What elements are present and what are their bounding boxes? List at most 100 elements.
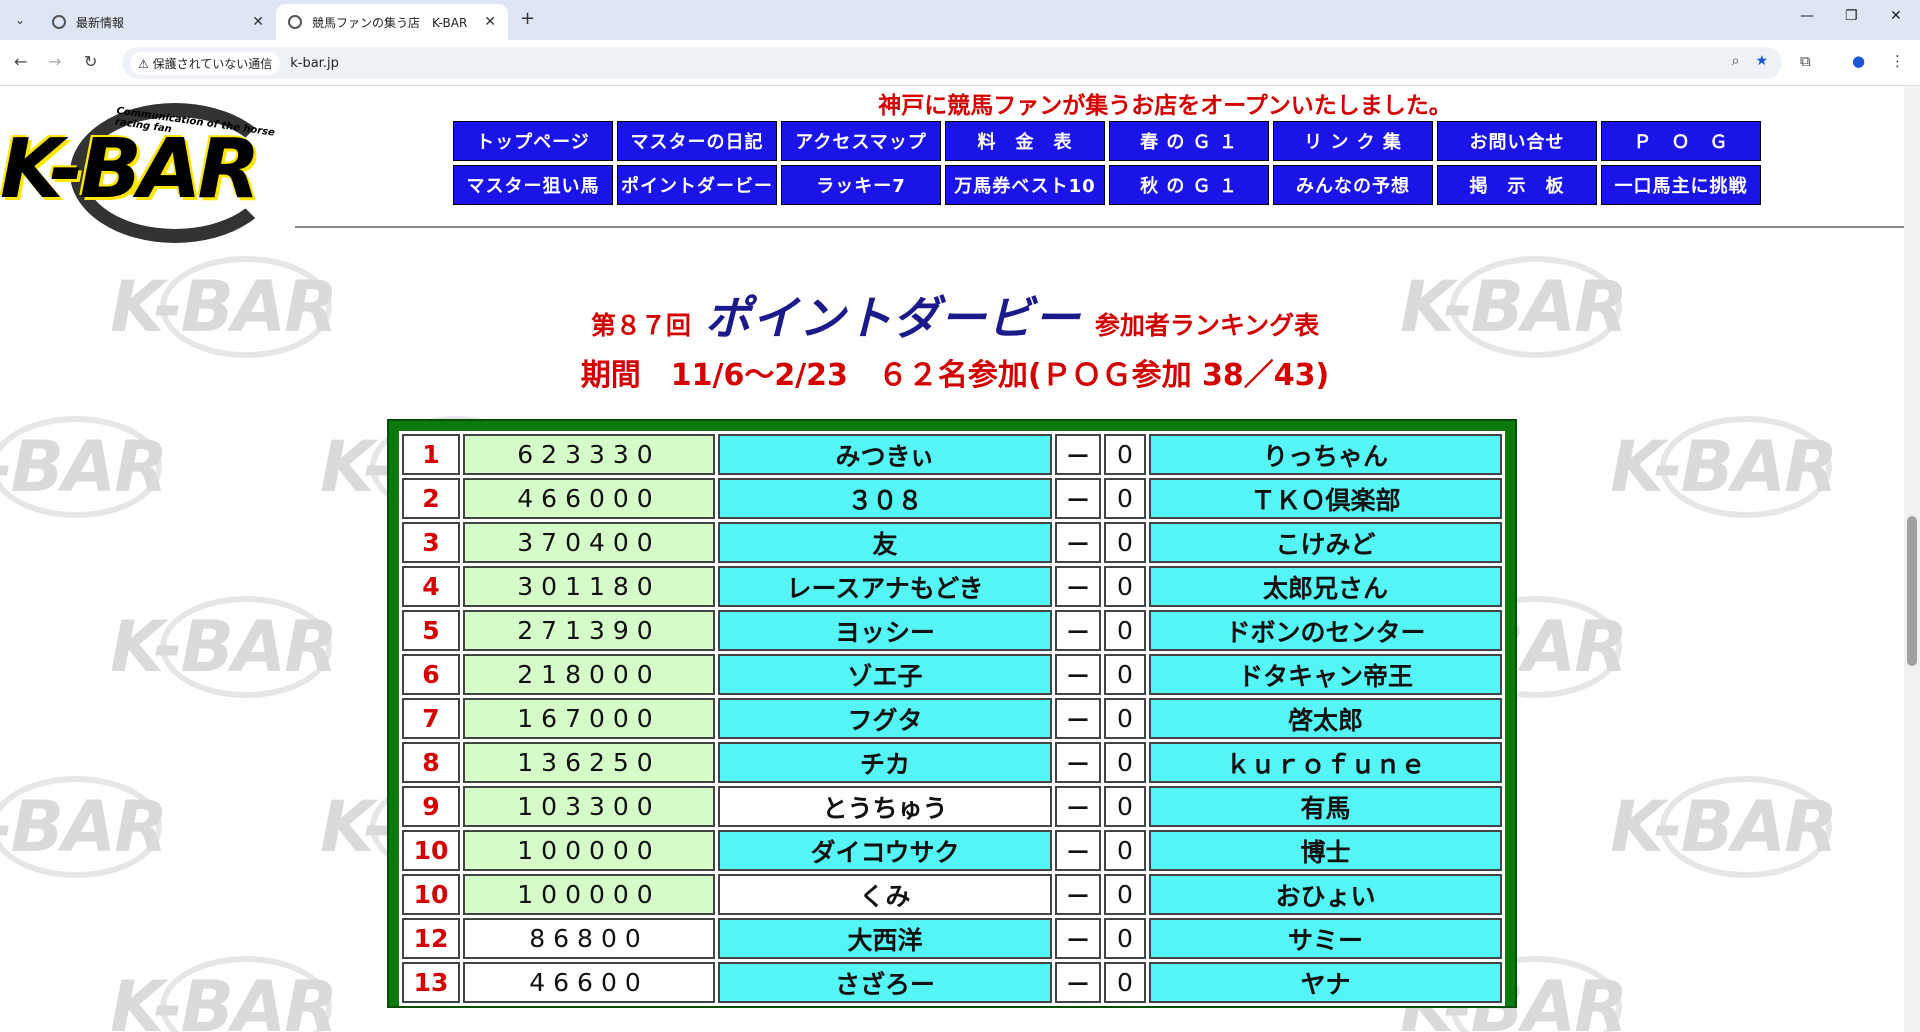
bookmark-star-icon[interactable]: ★	[1755, 53, 1768, 69]
tab-latest-info[interactable]: 最新情報 ✕	[40, 4, 276, 40]
score-cell: 46600	[463, 962, 715, 1003]
nav-point-derby[interactable]: ポイントダービー	[617, 165, 777, 205]
reload-icon[interactable]: ↻	[84, 52, 97, 71]
score-cell: 370400	[463, 522, 715, 563]
security-indicator[interactable]: ⚠ 保護されていない通信	[130, 51, 281, 75]
close-icon[interactable]: ✕	[252, 14, 264, 30]
score-cell: 466000	[463, 478, 715, 519]
url-text[interactable]: k-bar.jp	[290, 56, 339, 71]
nav-owner-challenge[interactable]: 一口馬主に挑戦	[1601, 165, 1761, 205]
partner-cell: 博士	[1149, 830, 1502, 871]
zero-cell: 0	[1104, 786, 1146, 827]
nav-autumn-g1[interactable]: 秋 の Ｇ １	[1109, 165, 1269, 205]
dash-cell: －	[1055, 478, 1101, 519]
nav-master-diary[interactable]: マスターの日記	[617, 121, 777, 161]
zero-cell: 0	[1104, 566, 1146, 607]
menu-kebab-icon[interactable]: ⋮	[1890, 52, 1905, 70]
nav-manbaken-best10[interactable]: 万馬券ベスト10	[945, 165, 1105, 205]
forward-arrow-icon[interactable]: →	[48, 52, 61, 71]
profile-icon[interactable]: ●	[1852, 52, 1865, 70]
nav-links[interactable]: リ ン ク 集	[1273, 121, 1433, 161]
score-cell: 218000	[463, 654, 715, 695]
score-cell: 100000	[463, 874, 715, 915]
window-close-icon[interactable]: ✕	[1890, 8, 1902, 24]
vertical-scrollbar[interactable]	[1904, 86, 1920, 1032]
table-row: 13 46600 さざろー－ 0 ヤナ	[402, 962, 1502, 1003]
minimize-icon[interactable]: —	[1800, 8, 1814, 24]
table-row: 10 100000 ダイコウサク－ 0 博士	[402, 830, 1502, 871]
zero-cell: 0	[1104, 874, 1146, 915]
name-cell: ヨッシー	[718, 610, 1052, 651]
dash-cell: －	[1055, 522, 1101, 563]
nav-master-picks[interactable]: マスター狙い馬	[453, 165, 613, 205]
table-row: 1 623330 みつきぃ－ 0 りっちゃん	[402, 434, 1502, 475]
nav-lucky7[interactable]: ラッキー7	[781, 165, 941, 205]
tab-search-button[interactable]: ⌄	[8, 8, 32, 32]
watermark-logo: K-BAR	[0, 416, 168, 518]
nav-bulletin-board[interactable]: 掲 示 板	[1437, 165, 1597, 205]
name-cell: とうちゅう	[718, 786, 1052, 827]
rank-cell: 12	[402, 918, 460, 959]
rank-cell: 8	[402, 742, 460, 783]
name-cell: レースアナもどき	[718, 566, 1052, 607]
scrollbar-thumb[interactable]	[1907, 516, 1917, 666]
name-cell: みつきぃ	[718, 434, 1052, 475]
nav-pog[interactable]: Ｐ Ｏ Ｇ	[1601, 121, 1761, 161]
partner-cell: 有馬	[1149, 786, 1502, 827]
score-cell: 86800	[463, 918, 715, 959]
nav-everyone-predictions[interactable]: みんなの予想	[1273, 165, 1433, 205]
watermark-logo: K-BAR	[0, 776, 168, 878]
watermark-logo: K-BAR	[1400, 256, 1628, 358]
logo-text: K-BAR	[0, 122, 261, 217]
score-cell: 271390	[463, 610, 715, 651]
rank-cell: 7	[402, 698, 460, 739]
dash-cell: －	[1055, 742, 1101, 783]
nav-contact[interactable]: お問い合せ	[1437, 121, 1597, 161]
watermark-logo: K-BAR	[110, 596, 338, 698]
tab-title: 競馬ファンの集う店 K-BAR	[312, 15, 468, 30]
name-cell: 友	[718, 522, 1052, 563]
new-tab-plus-icon[interactable]: +	[520, 8, 535, 29]
ranking-period: 期間 11/6～2/23 ６２名参加(ＰＯＧ参加 38／43)	[580, 358, 1330, 393]
edition-label: 第８７回	[590, 311, 691, 340]
dash-cell: －	[1055, 786, 1101, 827]
tab-title: 最新情報	[76, 15, 125, 30]
partner-cell: こけみど	[1149, 522, 1502, 563]
ranking-table: 1 623330 みつきぃ－ 0 りっちゃん 2 466000 ３０８ － 0 ＴＫＯ倶楽部 3 370…	[399, 431, 1505, 1006]
rank-cell: 3	[402, 522, 460, 563]
tab-kbar[interactable]: 競馬ファンの集う店 K-BAR ✕	[276, 4, 508, 40]
partner-cell: 啓太郎	[1149, 698, 1502, 739]
partner-cell: ＴＫＯ倶楽部	[1149, 478, 1502, 519]
omnibox[interactable]: ⚠ 保護されていない通信 k-bar.jp ⌕ ★	[122, 47, 1782, 79]
chrome-favicon-icon	[52, 15, 66, 29]
nav-access-map[interactable]: アクセスマップ	[781, 121, 941, 161]
dash-cell: －	[1055, 434, 1101, 475]
restore-icon[interactable]: ❐	[1845, 8, 1858, 24]
extensions-icon[interactable]: ⧉	[1800, 52, 1811, 70]
partner-cell: りっちゃん	[1149, 434, 1502, 475]
table-row: 8 136250 チカ－ 0 ｋｕｒｏｆｕｎｅ	[402, 742, 1502, 783]
nav-top-page[interactable]: トップページ	[453, 121, 613, 161]
table-row: 2 466000 ３０８ － 0 ＴＫＯ倶楽部	[402, 478, 1502, 519]
watermark-logo: K-BAR	[1610, 776, 1838, 878]
back-arrow-icon[interactable]: ←	[14, 52, 27, 71]
name-cell: 大西洋	[718, 918, 1052, 959]
dash-cell: －	[1055, 918, 1101, 959]
rank-cell: 5	[402, 610, 460, 651]
table-row: 9 103300 とうちゅう－ 0 有馬	[402, 786, 1502, 827]
zoom-icon[interactable]: ⌕	[1732, 53, 1740, 69]
nav-price-list[interactable]: 料 金 表	[945, 121, 1105, 161]
table-row: 7 167000 フグタ－ 0 啓太郎	[402, 698, 1502, 739]
zero-cell: 0	[1104, 742, 1146, 783]
close-icon[interactable]: ✕	[484, 14, 496, 30]
table-row: 10 100000 くみ－ 0 おひょい	[402, 874, 1502, 915]
nav-spring-g1[interactable]: 春 の Ｇ １	[1109, 121, 1269, 161]
ranking-table-frame: 1 623330 みつきぃ－ 0 りっちゃん 2 466000 ３０８ － 0 ＴＫＯ倶楽部 3 370…	[387, 419, 1517, 1008]
zero-cell: 0	[1104, 434, 1146, 475]
site-logo[interactable]: Communication of the horse racing fan K-…	[0, 98, 295, 248]
rank-cell: 6	[402, 654, 460, 695]
table-row: 5 271390 ヨッシー－ 0 ドボンのセンター	[402, 610, 1502, 651]
address-bar: ← → ↻ ⚠ 保護されていない通信 k-bar.jp ⌕ ★ ⧉ ● ⋮	[0, 40, 1920, 86]
dash-cell: －	[1055, 698, 1101, 739]
watermark-logo: K-BAR	[1610, 416, 1838, 518]
